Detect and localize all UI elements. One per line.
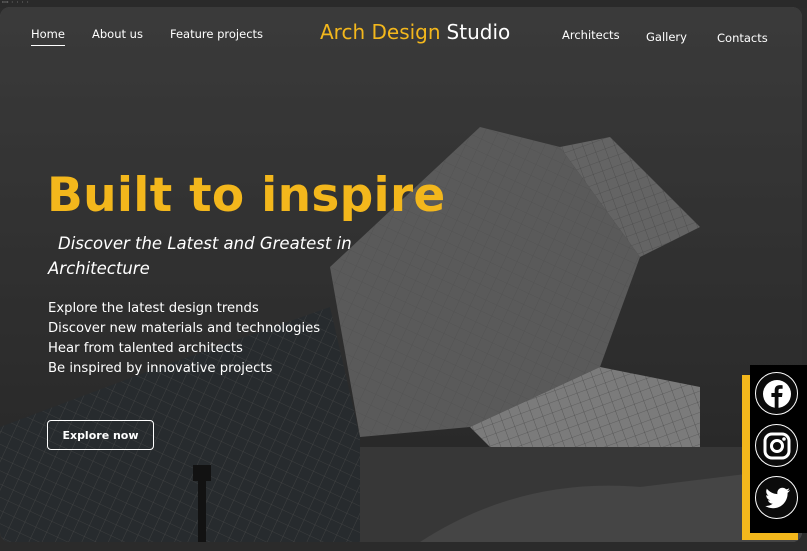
brand-logo[interactable]: Arch Design Studio [320, 20, 510, 44]
feature-list-item: Explore the latest design trends [48, 301, 259, 316]
hero-subtitle-block: Discover the Latest and Greatest in Arch… [48, 231, 378, 281]
nav-link-gallery[interactable]: Gallery [646, 30, 687, 44]
instagram-icon [763, 432, 790, 459]
social-links-panel [750, 365, 807, 533]
nav-link-architects[interactable]: Architects [562, 28, 620, 42]
nav-link-home[interactable]: Home [31, 27, 65, 46]
top-navigation: Home About us Feature projects Arch Desi… [0, 7, 802, 67]
facebook-icon [762, 379, 791, 408]
hero-subtitle: Discover the Latest and Greatest in Arch… [48, 234, 352, 278]
feature-list-item: Discover new materials and technologies [48, 321, 321, 336]
explore-now-button[interactable]: Explore now [47, 420, 154, 450]
twitter-icon [764, 487, 790, 508]
page-frame: Home About us Feature projects Arch Desi… [0, 7, 802, 542]
brand-name-secondary: Studio [446, 20, 511, 44]
nav-link-contacts[interactable]: Contacts [717, 31, 768, 45]
nav-link-about[interactable]: About us [92, 27, 143, 41]
hero-title: Built to inspire [47, 168, 446, 223]
twitter-link[interactable] [755, 476, 798, 519]
feature-list: Explore the latest design trends Discove… [48, 299, 320, 379]
nav-link-feature-projects[interactable]: Feature projects [170, 27, 263, 41]
feature-list-item: Hear from talented architects [48, 341, 243, 356]
facebook-link[interactable] [755, 372, 798, 415]
brand-name-primary: Arch Design [320, 20, 441, 44]
feature-list-item: Be inspired by innovative projects [48, 361, 273, 376]
instagram-link[interactable] [755, 424, 798, 467]
